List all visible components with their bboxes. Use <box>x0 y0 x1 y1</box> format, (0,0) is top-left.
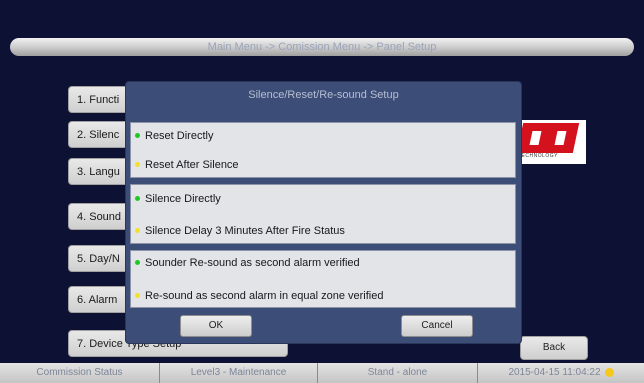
unselected-dot-icon <box>135 227 140 233</box>
status-datetime: 2015-04-15 11:04:22 <box>508 367 601 378</box>
logo-mark <box>516 123 580 153</box>
logo-subtext: TECHNOLOGY <box>518 153 559 159</box>
ok-button[interactable]: OK <box>180 315 252 337</box>
panel-screen: Main Menu -> Comission Menu -> Panel Set… <box>0 0 644 383</box>
selected-dot-icon <box>135 259 140 265</box>
cancel-button[interactable]: Cancel <box>401 315 473 337</box>
option-sounder-resound[interactable]: Sounder Re-sound as second alarm verifie… <box>135 253 360 273</box>
status-mode: Commission Status <box>0 363 160 383</box>
silence-option-group: Silence Directly Silence Delay 3 Minutes… <box>130 184 516 244</box>
reset-option-group: Reset Directly Reset After Silence <box>130 122 516 178</box>
back-button[interactable]: Back <box>520 336 588 360</box>
option-label: Re-sound as second alarm in equal zone v… <box>145 290 384 302</box>
selected-dot-icon <box>135 195 140 201</box>
option-silence-directly[interactable]: Silence Directly <box>135 189 221 209</box>
option-label: Sounder Re-sound as second alarm verifie… <box>145 257 360 269</box>
breadcrumb: Main Menu -> Comission Menu -> Panel Set… <box>10 38 634 56</box>
status-datetime-cell: 2015-04-15 11:04:22 <box>478 363 644 383</box>
status-indicator-icon <box>604 367 614 377</box>
option-silence-delay[interactable]: Silence Delay 3 Minutes After Fire Statu… <box>135 221 345 241</box>
dialog-title: Silence/Reset/Re-sound Setup <box>248 89 399 101</box>
option-resound-equal-zone[interactable]: Re-sound as second alarm in equal zone v… <box>135 286 383 306</box>
silence-reset-dialog: Silence/Reset/Re-sound Setup Reset Direc… <box>126 82 521 343</box>
status-level: Level3 - Maintenance <box>160 363 318 383</box>
option-label: Reset After Silence <box>145 159 239 171</box>
unselected-dot-icon <box>135 292 140 298</box>
option-label: Silence Delay 3 Minutes After Fire Statu… <box>145 225 345 237</box>
selected-dot-icon <box>135 132 140 138</box>
unselected-dot-icon <box>135 161 140 167</box>
resound-option-group: Sounder Re-sound as second alarm verifie… <box>130 250 516 308</box>
option-reset-after-silence[interactable]: Reset After Silence <box>135 155 239 175</box>
status-bar: Commission Status Level3 - Maintenance S… <box>0 363 644 383</box>
status-network: Stand - alone <box>318 363 478 383</box>
option-reset-directly[interactable]: Reset Directly <box>135 126 213 146</box>
option-label: Silence Directly <box>145 193 221 205</box>
option-label: Reset Directly <box>145 130 214 142</box>
